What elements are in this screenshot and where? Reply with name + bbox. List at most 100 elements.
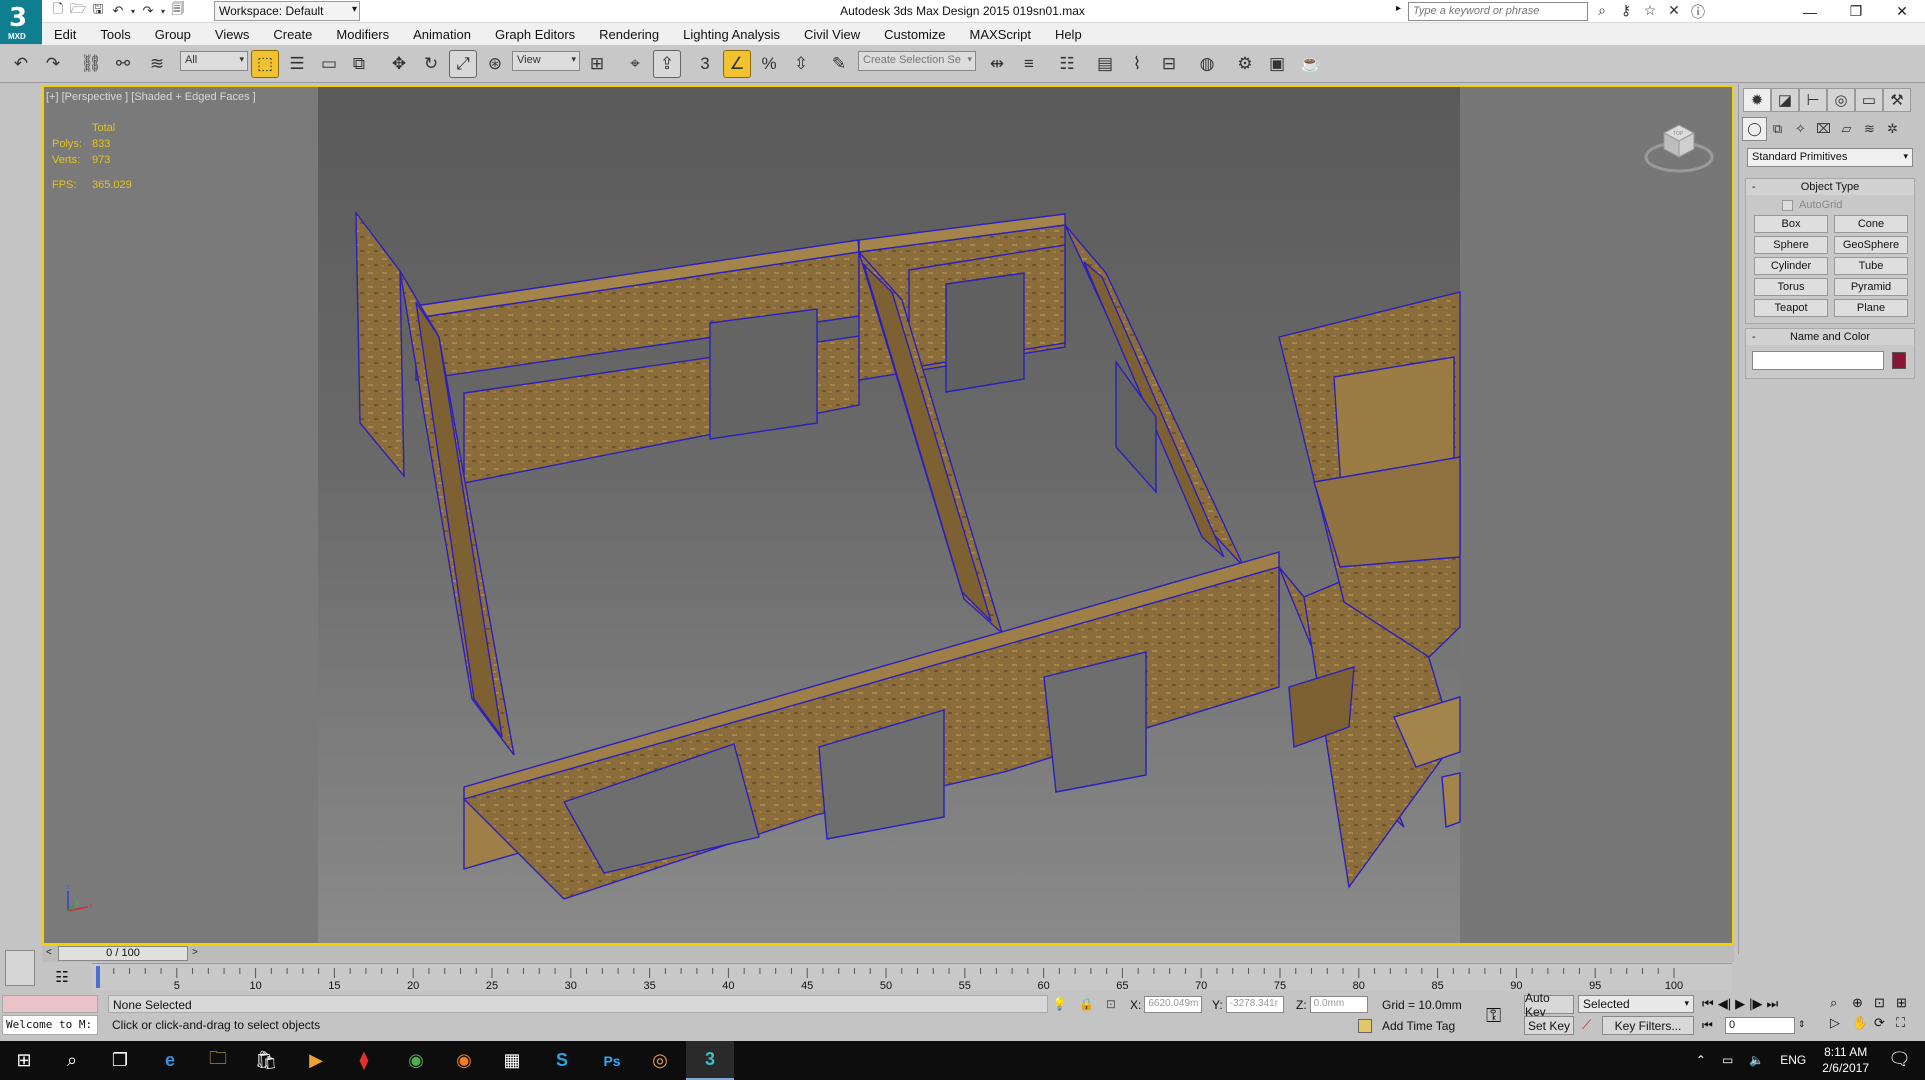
menu-civil-view[interactable]: Civil View: [804, 27, 860, 42]
time-tag-icon[interactable]: [1358, 1019, 1372, 1033]
reference-coordinate-dropdown[interactable]: View ▾: [512, 51, 580, 71]
current-frame-marker[interactable]: [96, 966, 100, 988]
name-and-color-header[interactable]: - Name and Color: [1746, 329, 1914, 345]
menu-customize[interactable]: Customize: [884, 27, 945, 42]
hierarchy-tab-icon[interactable]: ⊢: [1799, 88, 1827, 112]
torus-button[interactable]: Torus: [1754, 278, 1828, 296]
object-name-input[interactable]: [1752, 351, 1884, 370]
language-indicator[interactable]: ENG: [1780, 1053, 1806, 1067]
minimize-icon[interactable]: —: [1787, 0, 1833, 23]
field-of-view-icon[interactable]: ▷: [1830, 1015, 1852, 1031]
help-icon[interactable]: ⓘ: [1686, 2, 1710, 22]
tray-expand-icon[interactable]: ⌃: [1696, 1053, 1706, 1067]
set-key-button[interactable]: Set Key: [1524, 1016, 1574, 1035]
next-frame-icon[interactable]: >: [192, 947, 198, 958]
menu-group[interactable]: Group: [155, 27, 191, 42]
menu-maxscript[interactable]: MAXScript: [970, 27, 1031, 42]
current-frame-input[interactable]: 0: [1725, 1017, 1795, 1034]
key-mode-toggle-icon[interactable]: ⏮: [1702, 1018, 1713, 1033]
menu-graph-editors[interactable]: Graph Editors: [495, 27, 575, 42]
media-player-icon[interactable]: ▶: [292, 1041, 340, 1080]
render-setup-icon[interactable]: ⚙: [1232, 51, 1258, 77]
rectangular-selection-icon[interactable]: ▭: [316, 51, 342, 77]
menu-tools[interactable]: Tools: [100, 27, 130, 42]
undo-button[interactable]: ↶: [8, 51, 34, 77]
helpers-icon[interactable]: ▱: [1835, 118, 1858, 140]
add-time-tag[interactable]: Add Time Tag: [1382, 1019, 1455, 1033]
default-in-out-tangent-icon[interactable]: ⟋: [1582, 1017, 1591, 1033]
cylinder-button[interactable]: Cylinder: [1754, 257, 1828, 275]
manipulate-icon[interactable]: ⌖: [622, 51, 648, 77]
y-coordinate-input[interactable]: -3278.341r: [1225, 996, 1284, 1013]
window-crossing-icon[interactable]: ⧉: [346, 51, 372, 77]
pan-view-icon[interactable]: ✋: [1852, 1015, 1874, 1031]
cone-button[interactable]: Cone: [1834, 215, 1908, 233]
object-type-header[interactable]: - Object Type: [1746, 179, 1914, 195]
skype-icon[interactable]: S: [538, 1041, 586, 1080]
menu-lighting-analysis[interactable]: Lighting Analysis: [683, 27, 780, 42]
favorites-star-icon[interactable]: ☆: [1638, 2, 1662, 22]
zoom-extents-icon[interactable]: ⊡: [1874, 995, 1896, 1011]
task-view-icon[interactable]: ❐: [96, 1041, 144, 1080]
material-editor-icon[interactable]: ◍: [1194, 51, 1220, 77]
track-bar[interactable]: 5 10 15 20 25 30 35 40 45 50 55 60 65 70 75 80 85 90 95 100: [92, 963, 1732, 991]
menu-create[interactable]: Create: [273, 27, 312, 42]
x-coordinate-input[interactable]: 6620.049m: [1144, 996, 1203, 1013]
selection-filter-dropdown[interactable]: All ▾: [180, 51, 248, 71]
edit-named-selection-icon[interactable]: ✎: [826, 51, 852, 77]
volume-icon[interactable]: 🔈: [1749, 1053, 1764, 1067]
maxscript-listener-output[interactable]: [2, 995, 98, 1013]
search-expand-icon[interactable]: ▸: [1396, 3, 1401, 14]
select-by-name-icon[interactable]: ☰: [284, 51, 310, 77]
align-icon[interactable]: ≡: [1016, 51, 1042, 77]
snaps-toggle-button[interactable]: 3: [692, 51, 718, 77]
tube-button[interactable]: Tube: [1834, 257, 1908, 275]
geometry-sphere-icon[interactable]: ◯: [1742, 117, 1767, 141]
zoom-icon[interactable]: ⌕: [1830, 995, 1852, 1011]
3dsmax-taskbar-icon[interactable]: 3: [686, 1041, 734, 1080]
percent-snap-icon[interactable]: %: [756, 51, 782, 77]
photoshop-icon[interactable]: Ps: [588, 1041, 636, 1080]
object-color-swatch[interactable]: [1892, 352, 1906, 369]
menu-animation[interactable]: Animation: [413, 27, 471, 42]
frame-spinner-icon[interactable]: ⇕: [1798, 1019, 1806, 1030]
z-coordinate-input[interactable]: 0.0mm: [1309, 996, 1368, 1013]
key-icon[interactable]: ⚿: [1486, 1005, 1501, 1028]
cameras-icon[interactable]: ⌧: [1812, 118, 1835, 140]
menu-rendering[interactable]: Rendering: [599, 27, 659, 42]
time-slider-thumb[interactable]: 0 / 100: [58, 946, 188, 961]
time-slider[interactable]: < 0 / 100 >: [42, 946, 1734, 962]
menu-help[interactable]: Help: [1055, 27, 1082, 42]
auto-key-button[interactable]: Auto Key: [1524, 991, 1574, 1019]
subscription-icon[interactable]: ⚷: [1614, 2, 1638, 22]
utilities-tab-hammer-icon[interactable]: ⚒: [1883, 88, 1911, 112]
key-filters-button[interactable]: Key Filters...: [1602, 1016, 1694, 1035]
select-and-move-icon[interactable]: ✥: [386, 51, 412, 77]
spinner-snap-icon[interactable]: ⇳: [788, 51, 814, 77]
create-tab-sun-icon[interactable]: ✹: [1743, 88, 1771, 112]
restore-icon[interactable]: ❐: [1833, 0, 1879, 23]
previous-frame-icon[interactable]: <: [46, 947, 52, 958]
go-to-start-icon[interactable]: ⏮: [1702, 996, 1714, 1012]
primitive-category-dropdown[interactable]: Standard Primitives ▾: [1747, 148, 1913, 167]
go-to-end-icon[interactable]: ⏭: [1766, 996, 1778, 1012]
select-and-link-icon[interactable]: ⛓: [78, 51, 104, 77]
store-icon[interactable]: 🛍: [242, 1041, 290, 1080]
keyboard-shortcut-override-icon[interactable]: ⇪: [653, 50, 681, 78]
track-view-mini-toggle[interactable]: [5, 950, 35, 986]
geosphere-button[interactable]: GeoSphere: [1834, 236, 1908, 254]
previous-key-icon[interactable]: ◀|: [1718, 996, 1731, 1012]
lights-icon[interactable]: ✧: [1789, 118, 1812, 140]
systems-icon[interactable]: ✲: [1881, 118, 1904, 140]
angle-snap-icon[interactable]: ∠: [723, 50, 751, 78]
layer-manager-icon[interactable]: ☷: [1054, 51, 1080, 77]
modify-tab-icon[interactable]: ◪: [1771, 88, 1799, 112]
unlink-selection-icon[interactable]: ⚯: [110, 51, 136, 77]
display-tab-icon[interactable]: ▭: [1855, 88, 1883, 112]
edge-browser-icon[interactable]: e: [146, 1041, 194, 1080]
pyramid-button[interactable]: Pyramid: [1834, 278, 1908, 296]
taskbar-clock[interactable]: 8:11 AM 2/6/2017: [1822, 1044, 1869, 1076]
exchange-icon[interactable]: ✕: [1662, 2, 1686, 22]
rendered-frame-window-icon[interactable]: ▣: [1264, 51, 1290, 77]
plane-button[interactable]: Plane: [1834, 299, 1908, 317]
